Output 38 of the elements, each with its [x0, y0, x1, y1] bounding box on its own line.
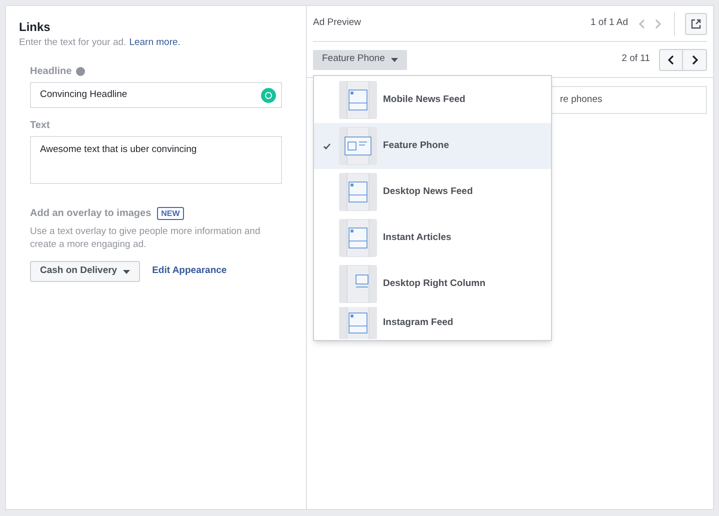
overlay-dropdown[interactable]: Cash on Delivery [30, 261, 140, 282]
ad-count: 1 of 1 Ad [590, 16, 628, 30]
learn-more-link[interactable]: Learn more. [129, 36, 180, 49]
headline-field[interactable]: Convincing Headline [30, 82, 282, 108]
placement-dropdown[interactable]: Feature Phone [313, 50, 407, 70]
placement-thumbnail-icon [339, 127, 377, 165]
overlay-description: Use a text overlay to give people more information and create a more engaging ad. [30, 225, 262, 251]
chevron-left-icon [667, 54, 675, 64]
open-external-button[interactable] [685, 12, 707, 34]
placement-thumbnail-icon [339, 81, 377, 119]
section-title: Links [19, 19, 52, 36]
placement-menu-item[interactable]: Desktop News Feed [314, 169, 551, 215]
checkmark-icon [323, 142, 331, 150]
info-icon [76, 67, 85, 76]
field-label: Headline [30, 65, 72, 79]
placement-menu-item[interactable]: Feature Phone [314, 123, 551, 169]
placement-thumbnail-icon [339, 265, 377, 303]
grammar-check-icon [261, 88, 276, 102]
chevron-left-icon [638, 18, 646, 28]
placement-menu-item[interactable]: Mobile News Feed [314, 77, 551, 123]
caret-icon [123, 270, 130, 274]
overlay-label: Add an overlay to images [30, 207, 152, 221]
new-badge: NEW [157, 207, 184, 220]
placement-menu-item[interactable]: Instagram Feed [314, 307, 551, 339]
placement-count: 2 of 11 [622, 52, 650, 66]
preview-title: Ad Preview [313, 16, 362, 30]
edit-appearance-link[interactable]: Edit Appearance [152, 264, 227, 279]
chevron-right-icon [690, 54, 698, 64]
caret-icon [390, 58, 398, 62]
text-field[interactable]: Awesome text that is uber convincing [30, 136, 282, 184]
chevron-right-icon [654, 18, 662, 28]
placement-thumbnail-icon [339, 219, 377, 257]
section-subtitle: Enter the text for your ad. [19, 36, 126, 49]
placement-menu-item[interactable]: Desktop Right Column [314, 261, 551, 307]
field-label: Text [30, 119, 51, 133]
external-link-icon [691, 18, 701, 28]
placement-menu-item[interactable]: Instant Articles [314, 215, 551, 261]
placement-thumbnail-icon [339, 173, 377, 211]
